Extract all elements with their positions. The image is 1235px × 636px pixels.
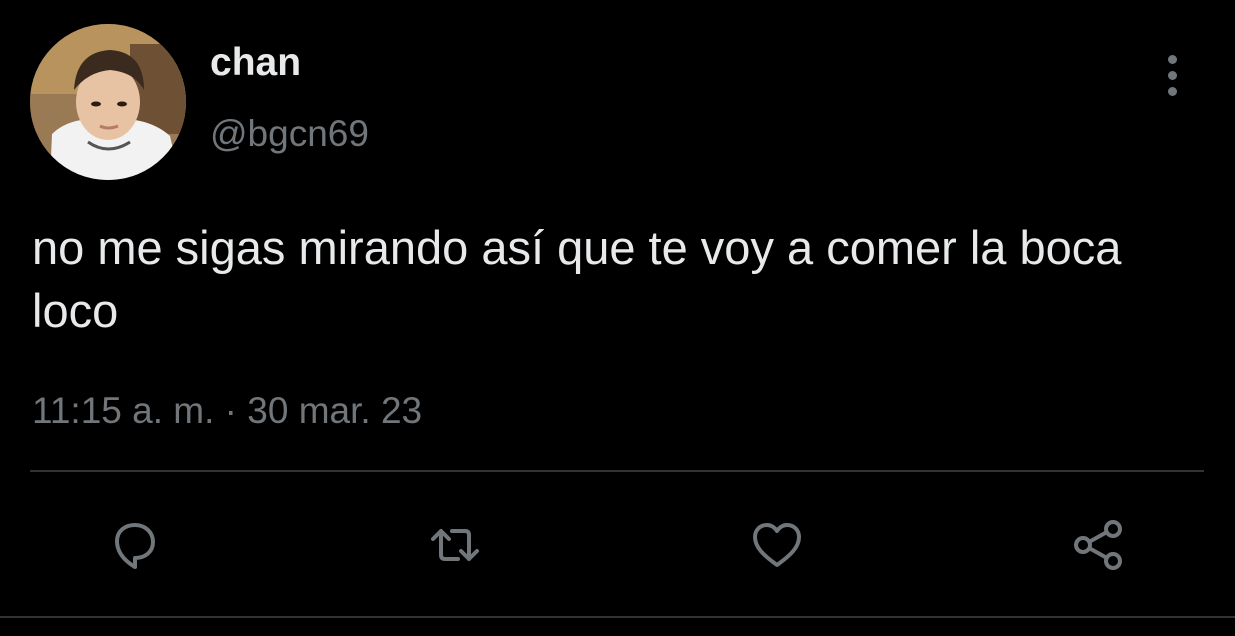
timestamp-separator: ·	[214, 390, 248, 431]
display-name[interactable]: chan	[210, 40, 301, 86]
tweet-date: 30 mar. 23	[247, 390, 423, 431]
share-icon	[1074, 520, 1122, 570]
avatar-image	[30, 24, 186, 180]
avatar[interactable]	[30, 24, 186, 180]
like-button[interactable]	[746, 514, 808, 576]
heart-icon	[753, 523, 801, 567]
divider	[0, 616, 1235, 618]
comment-icon	[115, 523, 155, 569]
retweet-button[interactable]	[424, 514, 486, 576]
more-options-icon[interactable]	[1150, 52, 1194, 98]
divider	[30, 470, 1204, 472]
share-button[interactable]	[1068, 514, 1130, 576]
user-handle[interactable]: @bgcn69	[210, 112, 369, 156]
retweet-icon	[431, 529, 479, 561]
tweet-timestamp[interactable]: 11:15 a. m. · 30 mar. 23	[32, 388, 422, 434]
tweet-text: no me sigas mirando así que te voy a com…	[32, 221, 1122, 337]
tweet-time: 11:15 a. m.	[32, 390, 215, 431]
reply-button[interactable]	[104, 514, 166, 576]
